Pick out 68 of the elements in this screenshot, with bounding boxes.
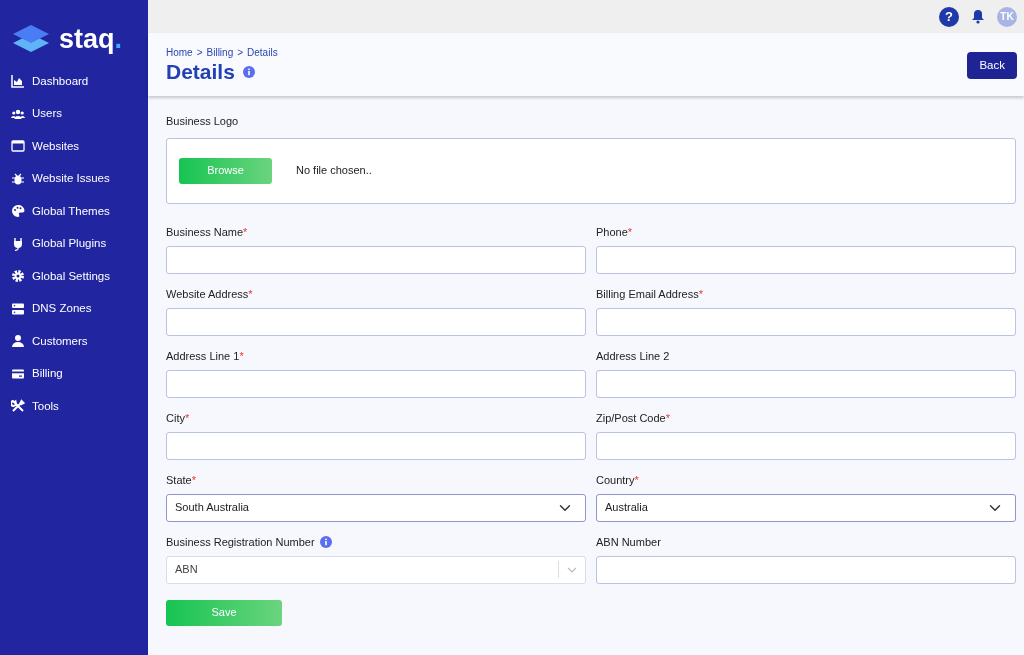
- required-asterisk: *: [239, 348, 244, 364]
- input-field[interactable]: [166, 369, 586, 398]
- field-label: Country: [596, 472, 635, 488]
- required-asterisk: *: [184, 410, 190, 426]
- input-field[interactable]: [166, 307, 586, 336]
- logo-text: staq.: [59, 26, 123, 53]
- field-label: City: [166, 410, 185, 426]
- input-field[interactable]: [596, 245, 1016, 274]
- input-field[interactable]: [166, 431, 586, 460]
- input-field[interactable]: [596, 369, 1016, 398]
- required-asterisk: *: [665, 410, 670, 426]
- input-field[interactable]: [166, 245, 586, 274]
- input-field[interactable]: [596, 431, 1016, 460]
- breadcrumb-link[interactable]: Details: [247, 45, 278, 60]
- field-label: State: [166, 472, 192, 488]
- required-asterisk: *: [243, 224, 248, 240]
- field-label: Address Line 1: [166, 348, 240, 364]
- server-icon: [11, 301, 25, 316]
- required-asterisk: *: [627, 224, 633, 240]
- dropdown-field[interactable]: ABN: [166, 555, 586, 584]
- sidebar-item[interactable]: Websites: [0, 130, 148, 163]
- sidebar-item[interactable]: Billing: [0, 357, 148, 390]
- input-field[interactable]: [596, 307, 1016, 336]
- field-label: Business Logo: [166, 114, 240, 129]
- required-asterisk: *: [248, 286, 253, 302]
- gear-icon: [11, 269, 25, 284]
- person-icon: [11, 334, 25, 349]
- field-label: Address Line 2: [596, 348, 670, 364]
- breadcrumb-link[interactable]: Home: [166, 45, 193, 60]
- sidebar-item[interactable]: Dashboard: [0, 65, 148, 98]
- sidebar-item[interactable]: Customers: [0, 325, 148, 358]
- info-icon[interactable]: [319, 536, 332, 548]
- sidebar-item[interactable]: Global Settings: [0, 260, 148, 293]
- info-icon[interactable]: [242, 65, 255, 78]
- sidebar-item[interactable]: Global Themes: [0, 195, 148, 228]
- sidebar-item[interactable]: Tools: [0, 390, 148, 423]
- plug-icon: [11, 236, 25, 251]
- required-asterisk: *: [634, 472, 639, 488]
- back-button[interactable]: Back: [967, 52, 1017, 80]
- select-field[interactable]: South Australia: [166, 493, 586, 522]
- file-status-text: No file chosen..: [296, 163, 372, 179]
- sidebar-item[interactable]: DNS Zones: [0, 292, 148, 325]
- help-button[interactable]: ?: [939, 6, 959, 27]
- field-label: Business Name: [166, 224, 244, 240]
- bell-icon[interactable]: [971, 9, 985, 24]
- breadcrumb-separator: >: [196, 46, 203, 60]
- sidebar-item[interactable]: Users: [0, 97, 148, 130]
- field-label: Billing Email Address: [596, 286, 699, 302]
- breadcrumb-link[interactable]: Billing: [206, 45, 234, 60]
- field-label: ABN Number: [596, 534, 661, 550]
- sidebar-item[interactable]: Website Issues: [0, 162, 148, 195]
- palette-icon: [11, 204, 25, 219]
- select-field[interactable]: Australia: [596, 493, 1016, 522]
- page-title: Details: [166, 60, 235, 84]
- field-label: Phone: [596, 224, 628, 240]
- field-label: Business Registration Number: [166, 534, 315, 550]
- breadcrumb-separator: >: [237, 46, 244, 60]
- required-asterisk: *: [698, 286, 703, 302]
- dropdown-value: ABN: [175, 562, 198, 578]
- browser-window-icon: [11, 139, 25, 154]
- chevron-down-icon: [567, 566, 577, 573]
- sidebar-item[interactable]: Global Plugins: [0, 227, 148, 260]
- chart-icon: [11, 74, 25, 89]
- field-label: Website Address: [166, 286, 249, 302]
- field-label: Zip/Post Code: [596, 410, 666, 426]
- bug-icon: [11, 171, 25, 186]
- input-field[interactable]: [596, 555, 1016, 584]
- required-asterisk: *: [191, 472, 196, 488]
